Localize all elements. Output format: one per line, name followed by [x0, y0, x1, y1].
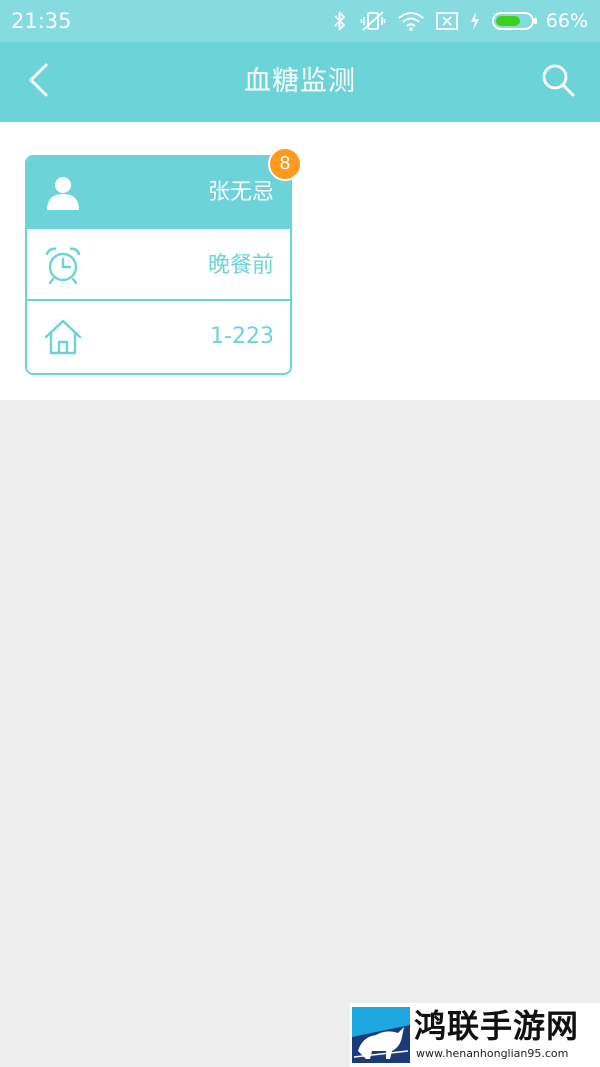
vibrate-off-icon: [360, 10, 386, 32]
room-number: 1-223: [210, 324, 274, 349]
home-icon: [43, 317, 83, 357]
page-title: 血糖监测: [244, 66, 356, 97]
alarm-clock-icon: [43, 245, 83, 285]
meal-time-row: 晚餐前: [27, 229, 290, 301]
watermark: 鸿联手游网 www.henanhonglian95.com: [350, 1003, 600, 1067]
meal-time: 晚餐前: [207, 253, 274, 278]
patient-name-row: 张无忌: [27, 157, 290, 229]
status-icons: 66%: [332, 8, 588, 34]
charging-icon: [470, 11, 480, 31]
patient-name: 张无忌: [207, 180, 274, 205]
content-area: 张无忌 晚餐前 1-223 8: [0, 122, 600, 400]
room-row: 1-223: [27, 301, 290, 373]
status-bar: 21:35 66%: [0, 0, 600, 42]
watermark-url: www.henanhonglian95.com: [416, 1047, 569, 1060]
search-button[interactable]: [538, 62, 578, 102]
watermark-title: 鸿联手游网: [414, 1007, 580, 1045]
bull-logo-icon: [352, 1007, 410, 1063]
wifi-icon: [398, 11, 424, 31]
sim-x-icon: [435, 11, 458, 31]
battery-icon: [491, 11, 538, 31]
user-icon: [43, 173, 83, 213]
status-time: 21:35: [11, 9, 72, 33]
patient-card[interactable]: 张无忌 晚餐前 1-223 8: [25, 147, 302, 375]
app-header: 血糖监测: [0, 42, 600, 122]
battery-percent: 66%: [545, 10, 588, 32]
count-badge: 8: [268, 147, 302, 181]
search-icon: [540, 62, 576, 102]
bluetooth-icon: [332, 10, 348, 32]
